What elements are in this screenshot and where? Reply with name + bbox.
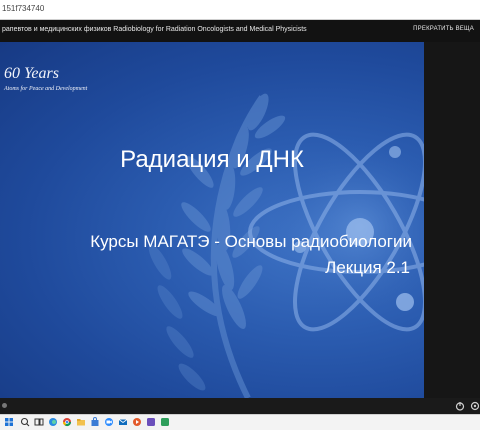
power-icon[interactable] — [455, 401, 465, 411]
task-view-icon[interactable] — [34, 417, 44, 427]
mail-icon[interactable] — [118, 417, 128, 427]
app-icon-2[interactable] — [160, 417, 170, 427]
record-indicator-icon — [2, 403, 7, 408]
brand-tagline: Atoms for Peace and Development — [4, 86, 88, 92]
slide-subtitle: Курсы МАГАТЭ - Основы радиобиологии — [90, 232, 412, 251]
iaea-60-years-logo: 60 Years Atoms for Peace and Development — [4, 65, 87, 92]
explorer-icon[interactable] — [76, 417, 86, 427]
start-icon[interactable] — [4, 417, 14, 427]
side-panel — [424, 42, 480, 398]
slide-background-art — [148, 93, 424, 398]
search-icon[interactable] — [20, 417, 30, 427]
end-broadcast-button[interactable]: ПРЕКРАТИТЬ ВЕЩА — [413, 26, 474, 32]
browser-address-bar[interactable]: 151f734740 — [0, 0, 480, 20]
atom-electron — [396, 293, 414, 311]
settings-icon[interactable] — [470, 401, 480, 411]
url-text[interactable]: 151f734740 — [2, 4, 44, 13]
meeting-title: рапевтов и медицинских физиков Radiobiol… — [2, 26, 307, 33]
app-icon[interactable] — [146, 417, 156, 427]
bottom-controls — [0, 398, 480, 414]
windows-taskbar — [0, 414, 480, 430]
shared-screen-area: 60 Years Atoms for Peace and Development… — [0, 42, 480, 398]
slide-lecture-number: Лекция 2.1 — [325, 258, 410, 277]
zoom-icon[interactable] — [104, 417, 114, 427]
store-icon[interactable] — [90, 417, 100, 427]
slide-title: Радиация и ДНК — [120, 146, 304, 173]
brand-years: 60 Years — [4, 65, 59, 82]
edge-icon[interactable] — [48, 417, 58, 427]
chrome-icon[interactable] — [62, 417, 72, 427]
media-icon[interactable] — [132, 417, 142, 427]
meeting-header: рапевтов и медицинских физиков Radiobiol… — [0, 20, 480, 42]
presentation-slide: 60 Years Atoms for Peace and Development… — [0, 42, 424, 398]
